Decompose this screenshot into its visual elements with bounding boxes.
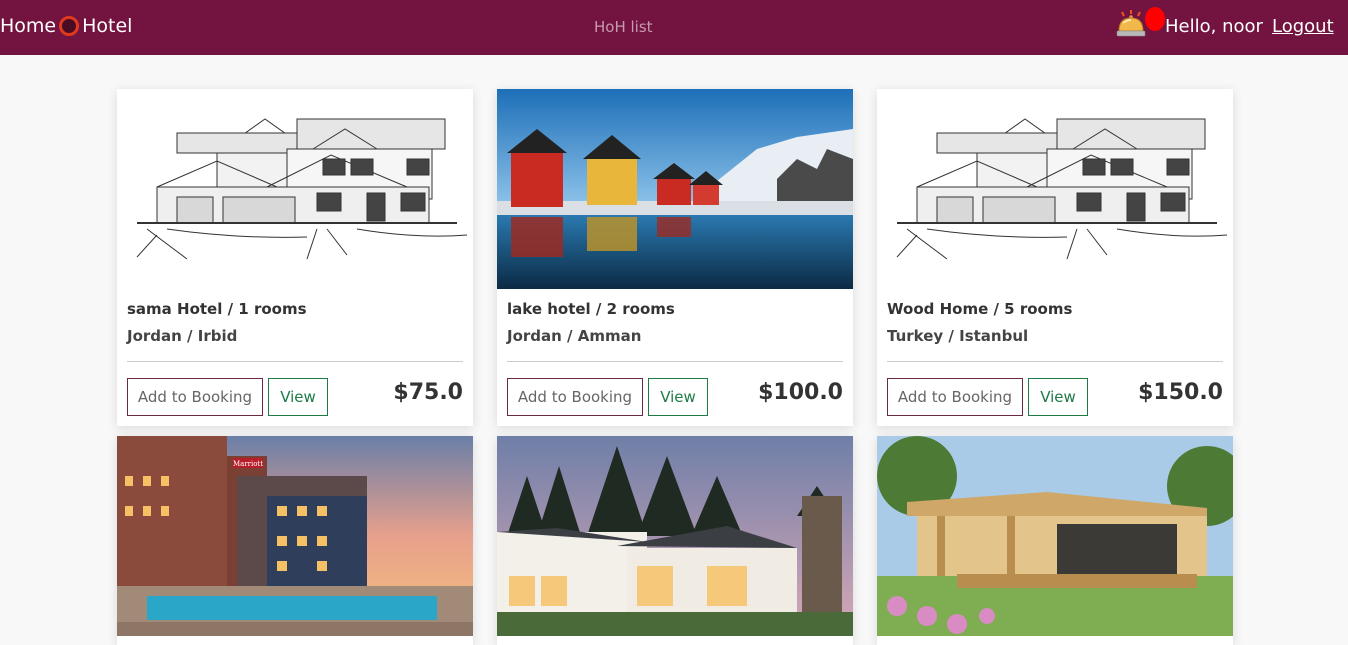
marriott-sign: Marriott — [233, 460, 263, 468]
lake-houses-image — [497, 89, 853, 289]
hotel-card — [877, 436, 1233, 645]
modern-house-image — [497, 436, 853, 636]
divider — [507, 361, 843, 362]
brand-ring-icon — [59, 16, 80, 36]
add-to-booking-button[interactable]: Add to Booking — [887, 378, 1023, 416]
hotel-location: Jordan / Amman — [507, 327, 642, 345]
hotel-pool-image: Marriott — [117, 436, 473, 636]
hotel-card — [497, 436, 853, 645]
brand-logo[interactable]: Home Hotel — [0, 15, 132, 37]
greeting-text: Hello, noor — [1165, 16, 1263, 37]
hotel-price: $100.0 — [758, 380, 843, 405]
brand-hotel-text: Hotel — [82, 15, 133, 37]
hotel-location: Jordan / Irbid — [127, 327, 238, 345]
view-button[interactable]: View — [648, 378, 708, 416]
brand-home-text: Home — [0, 15, 57, 37]
hotel-location: Turkey / Istanbul — [887, 327, 1029, 345]
house-sketch-image — [877, 89, 1233, 289]
wooden-cabin-image — [877, 436, 1233, 636]
notification-dot[interactable] — [1145, 7, 1165, 31]
hotel-bell-icon[interactable] — [1116, 9, 1146, 37]
add-to-booking-button[interactable]: Add to Booking — [127, 378, 263, 416]
hotel-card: Marriott — [117, 436, 473, 645]
navbar: Home Hotel HoH list Hello, noor Logout — [0, 0, 1348, 55]
divider — [127, 361, 463, 362]
hoh-list-link[interactable]: HoH list — [594, 18, 653, 36]
divider — [887, 361, 1223, 362]
hotel-title: sama Hotel / 1 rooms — [127, 300, 307, 318]
hotel-price: $150.0 — [1138, 380, 1223, 405]
hotel-price: $75.0 — [393, 380, 463, 405]
view-button[interactable]: View — [1028, 378, 1088, 416]
hotel-title: Wood Home / 5 rooms — [887, 300, 1073, 318]
hotel-card: sama Hotel / 1 rooms Jordan / Irbid Add … — [117, 89, 473, 426]
view-button[interactable]: View — [268, 378, 328, 416]
logout-link[interactable]: Logout — [1272, 16, 1334, 37]
hotel-card: lake hotel / 2 rooms Jordan / Amman Add … — [497, 89, 853, 426]
add-to-booking-button[interactable]: Add to Booking — [507, 378, 643, 416]
hotel-title: lake hotel / 2 rooms — [507, 300, 675, 318]
hotel-card: Wood Home / 5 rooms Turkey / Istanbul Ad… — [877, 89, 1233, 426]
house-sketch-image — [117, 89, 473, 289]
